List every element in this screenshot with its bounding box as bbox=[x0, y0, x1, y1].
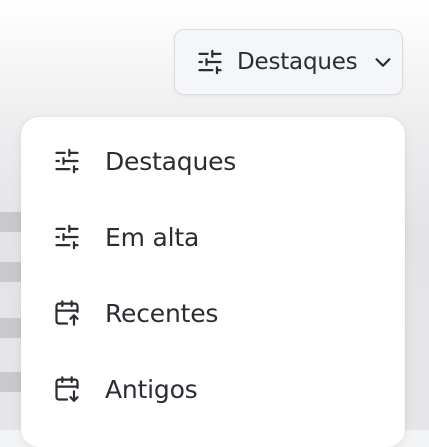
menu-item-label: Antigos bbox=[105, 374, 198, 404]
menu-item-label: Recentes bbox=[105, 298, 219, 328]
menu-item-recentes[interactable]: Recentes bbox=[21, 275, 405, 351]
menu-item-antigos[interactable]: Antigos bbox=[21, 351, 405, 427]
sliders-icon bbox=[53, 223, 81, 251]
sliders-icon bbox=[196, 48, 224, 76]
chevron-down-icon bbox=[372, 51, 394, 73]
sort-selected-label: Destaques bbox=[237, 49, 358, 75]
calendar-arrow-down-icon bbox=[53, 375, 81, 403]
sliders-icon bbox=[53, 147, 81, 175]
calendar-arrow-up-icon bbox=[53, 299, 81, 327]
menu-item-destaques[interactable]: Destaques bbox=[21, 123, 405, 199]
menu-item-label: Destaques bbox=[105, 146, 237, 176]
sort-menu: Destaques Em alta Recentes Antigos bbox=[21, 117, 405, 447]
menu-item-em-alta[interactable]: Em alta bbox=[21, 199, 405, 275]
menu-item-label: Em alta bbox=[105, 222, 200, 252]
sort-dropdown-button[interactable]: Destaques bbox=[174, 29, 403, 95]
